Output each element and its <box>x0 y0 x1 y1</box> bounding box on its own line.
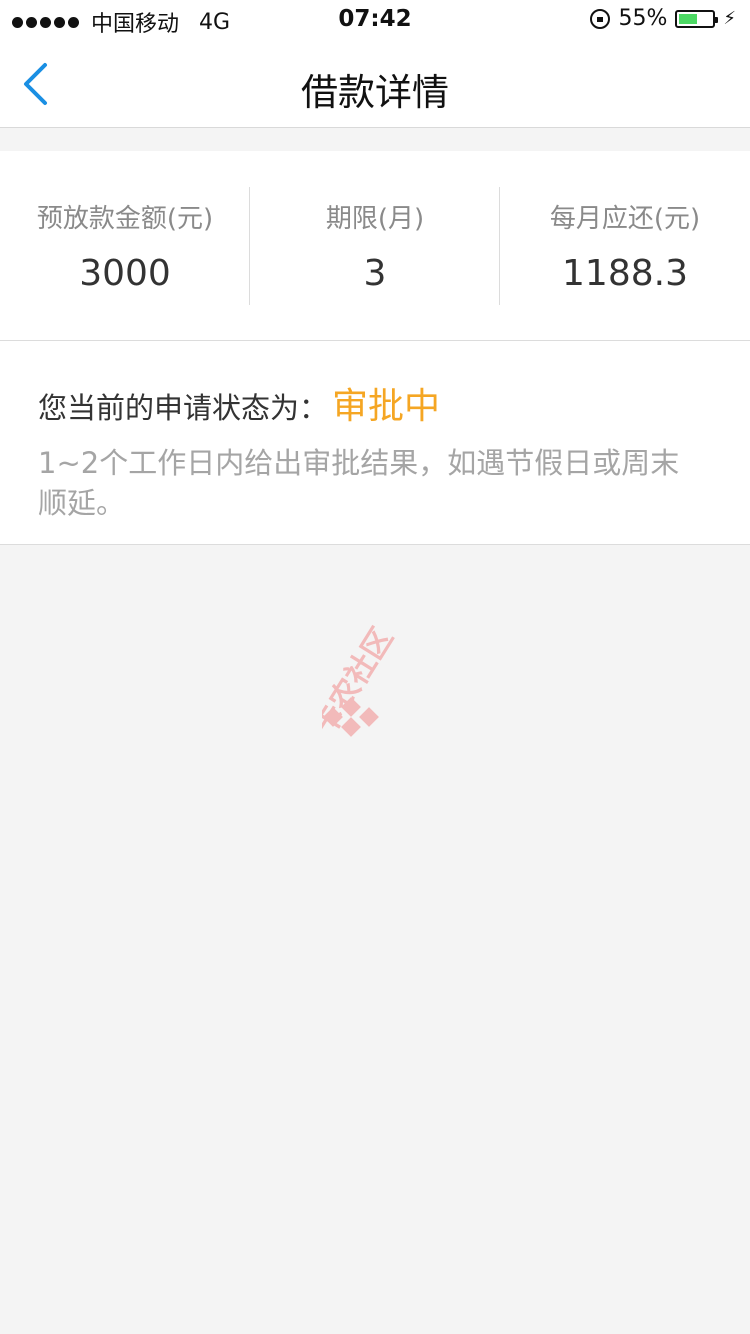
watermark-graphic: 卡农社区 <box>307 622 400 742</box>
loan-summary: 预放款金额(元) 3000 期限(月) 3 每月应还(元) 1188.3 <box>0 151 750 341</box>
battery-percent: 55% <box>618 6 668 31</box>
summary-amount: 预放款金额(元) 3000 <box>0 186 250 305</box>
battery-fill <box>679 13 698 24</box>
application-status-prefix: 您当前的申请状态为： <box>38 391 329 425</box>
application-status-note: 1~2个工作日内给出审批结果，如遇节假日或周末顺延。 <box>38 446 680 520</box>
summary-term-label: 期限(月) <box>325 203 425 234</box>
battery-icon <box>675 9 719 28</box>
summary-monthly-value: 1188.3 <box>562 252 688 294</box>
page-title: 借款详情 <box>301 71 449 114</box>
summary-amount-value: 3000 <box>79 252 171 294</box>
navigation-bar: 借款详情 <box>0 40 750 128</box>
summary-monthly: 每月应还(元) 1188.3 <box>500 187 750 305</box>
status-bar: 中国移动 4G 07:42 55% ⚡ <box>0 0 750 40</box>
summary-term: 期限(月) 3 <box>250 186 500 305</box>
status-right: 55% ⚡ <box>590 6 736 31</box>
battery-cap <box>715 16 719 23</box>
rotation-lock-icon <box>590 8 611 29</box>
application-status-card: 您当前的申请状态为： 审批中 1~2个工作日内给出审批结果，如遇节假日或周末顺延… <box>0 341 750 545</box>
application-status-value: 审批中 <box>332 386 441 427</box>
summary-amount-label: 预放款金额(元) <box>36 203 214 234</box>
summary-monthly-label: 每月应还(元) <box>549 203 701 234</box>
watermark-logo: 卡农社区 <box>307 598 442 748</box>
application-status-line: 您当前的申请状态为： 审批中 <box>38 377 712 429</box>
charging-icon: ⚡ <box>723 8 736 29</box>
summary-term-value: 3 <box>363 252 387 294</box>
